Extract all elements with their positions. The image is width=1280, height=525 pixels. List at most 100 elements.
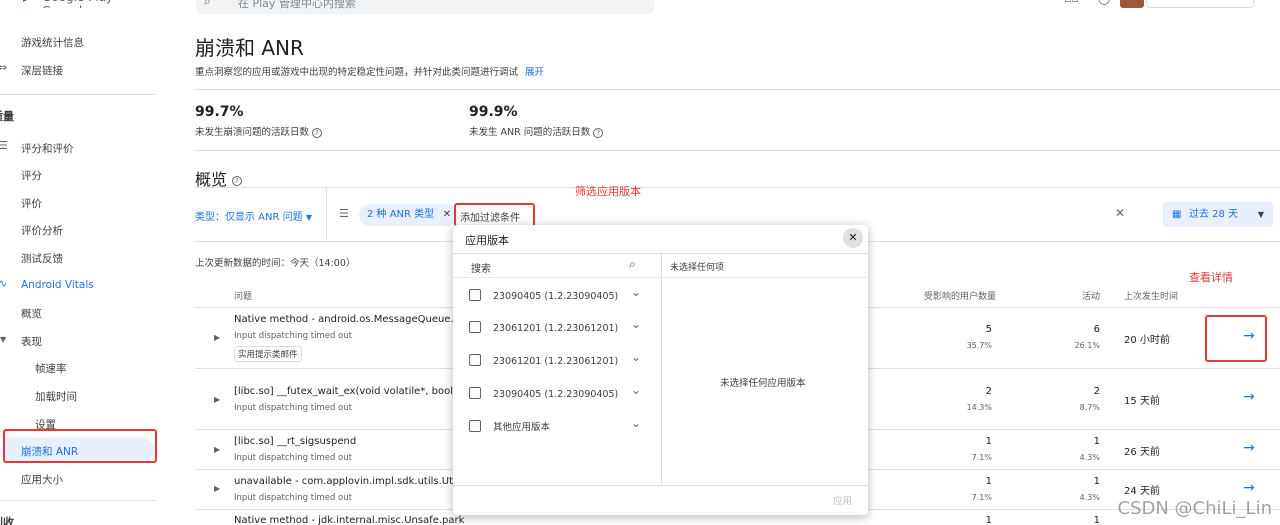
account-switcher[interactable]	[1146, 0, 1254, 8]
vitals-icon: ∿	[0, 277, 8, 290]
last-occurrence: 26 天前	[1124, 447, 1160, 458]
sidebar-item-game-stats[interactable]: 游戏统计信息	[21, 35, 84, 50]
sidebar-section-quality[interactable]: 质量	[0, 108, 14, 124]
search-bar[interactable]: ⌕ 在 Play 管理中心内搜索	[196, 0, 654, 14]
issue-subtitle: Input dispatching timed out	[234, 453, 352, 463]
users-pct: 7.1%	[971, 493, 992, 502]
filter-separator	[326, 188, 327, 240]
help-circle-icon[interactable]: ?	[593, 127, 604, 138]
clear-filters-icon[interactable]: ✕	[1115, 206, 1125, 220]
selected-header: 未选择任何项	[670, 263, 725, 273]
annotation-box-sidebar	[3, 429, 157, 463]
col-header-users[interactable]: 受影响的用户数量	[924, 289, 996, 302]
filter-icon[interactable]: ☰	[339, 207, 349, 220]
checkbox[interactable]	[469, 289, 481, 301]
watermark: CSDN @ChiLi_Lin	[1117, 498, 1273, 519]
issue-tag: 实用提示类邮件	[234, 346, 302, 362]
sidebar-item-overview[interactable]: 概览	[21, 306, 42, 321]
version-option[interactable]: 23090405 (1.2.23090405) (内部测试) ⌄	[465, 381, 655, 405]
sidebar-section-monetize[interactable]: 创收	[0, 514, 14, 525]
version-option[interactable]: 23090405 (1.2.23090405) (正式版) ⌄	[465, 283, 655, 307]
col-header-issue[interactable]: 问题	[234, 289, 252, 302]
sidebar-item-reviews[interactable]: 评价	[21, 196, 42, 211]
users-count: 5	[985, 324, 992, 335]
expand-row-icon[interactable]: ▶	[214, 484, 220, 493]
sidebar-item-test-feedback[interactable]: 测试反馈	[21, 251, 63, 266]
ratings-icon: ☰	[0, 139, 8, 152]
anr-type-chip[interactable]: 2 种 ANR 类型 ✕	[359, 204, 459, 226]
crash-free-value: 99.7%	[195, 104, 244, 120]
last-occurrence: 20 小时前	[1124, 335, 1170, 346]
activity-count: 1	[1093, 515, 1100, 525]
search-icon: ⌕	[204, 0, 211, 8]
chevron-down-icon[interactable]: ⌄	[631, 350, 641, 364]
sidebar-item-performance[interactable]: 表现	[21, 334, 42, 349]
calendar-icon: ▦	[1172, 209, 1182, 220]
chevron-down-icon[interactable]: ⌄	[631, 317, 641, 331]
app-version-popup: 应用版本 ✕ 搜索 ⌕ 未选择任何项 23090405 (1.2.2309040…	[453, 225, 868, 515]
chevron-down-icon[interactable]: ⌄	[631, 416, 641, 430]
sidebar-item-deep-links[interactable]: 深层链接	[21, 63, 63, 78]
chevron-down-icon[interactable]: ▼	[0, 335, 6, 344]
expand-row-icon[interactable]: ▶	[214, 445, 220, 454]
sidebar-item-ratings-reviews[interactable]: 评分和评价	[21, 141, 74, 156]
arrow-right-icon[interactable]: →	[1243, 389, 1255, 405]
sidebar-item-android-vitals[interactable]: Android Vitals	[21, 279, 94, 291]
issue-subtitle: Input dispatching timed out	[234, 403, 352, 413]
checkbox[interactable]	[469, 387, 481, 399]
arrow-right-icon[interactable]: →	[1243, 480, 1255, 496]
col-header-last[interactable]: 上次发生时间	[1124, 289, 1178, 302]
apps-icon[interactable]: ▫▫	[1064, 0, 1079, 5]
avatar[interactable]	[1120, 0, 1144, 8]
apply-button[interactable]: 应用	[833, 493, 852, 507]
chevron-down-icon[interactable]: ⌄	[631, 285, 641, 299]
issue-title[interactable]: [libc.so] __rt_sigsuspend	[234, 436, 356, 447]
play-logo-icon	[23, 0, 35, 2]
arrow-right-icon[interactable]: →	[1243, 440, 1255, 456]
checkbox[interactable]	[469, 420, 481, 432]
sidebar-item-load-time[interactable]: 加载时间	[35, 389, 77, 404]
checkbox[interactable]	[469, 354, 481, 366]
users-pct: 14.3%	[966, 403, 992, 412]
sidebar-item-review-analysis[interactable]: 评价分析	[21, 223, 63, 238]
dropdown-arrow-icon: ▼	[1257, 210, 1264, 219]
issue-subtitle: Input dispatching timed out	[234, 493, 352, 503]
expand-row-icon[interactable]: ▶	[214, 333, 220, 342]
link-icon: ⇔	[0, 61, 8, 74]
play-console-logo[interactable]: Google Play Console	[0, 0, 160, 8]
version-option[interactable]: 23061201 (1.2.23061201) (封闭测试) ⌄	[465, 348, 655, 372]
issue-type-dropdown[interactable]: 类型：仅显示 ANR 问题 ▼	[195, 208, 312, 223]
version-option-other[interactable]: 其他应用版本 ⌄	[465, 414, 655, 438]
chevron-down-icon[interactable]: ⌄	[631, 383, 641, 397]
version-search-input[interactable]: 搜索	[471, 260, 491, 275]
date-range-button[interactable]: ▦ 过去 28 天 ▼	[1163, 202, 1273, 227]
col-header-activity[interactable]: 活动	[1082, 289, 1100, 302]
annotation-filter-version: 筛选应用版本	[575, 185, 641, 198]
help-circle-icon[interactable]: ?	[232, 175, 243, 186]
version-option[interactable]: 23061201 (1.2.23061201) (正式版) ⌄	[465, 315, 655, 339]
close-icon[interactable]: ✕	[843, 228, 863, 248]
chip-close-icon[interactable]: ✕	[443, 204, 451, 226]
activity-pct: 26.1%	[1074, 341, 1100, 350]
dropdown-arrow-icon: ▼	[305, 213, 312, 222]
sidebar-item-ratings[interactable]: 评分	[21, 168, 42, 183]
issue-title[interactable]: unavailable - com.applovin.impl.sdk.util…	[234, 476, 482, 487]
checkbox[interactable]	[469, 321, 481, 333]
expand-row-icon[interactable]: ▶	[214, 395, 220, 404]
users-count: 2	[985, 386, 992, 397]
issue-title[interactable]: Native method - jdk.internal.misc.Unsafe…	[234, 515, 464, 525]
users-count: 1	[985, 476, 992, 487]
expand-link[interactable]: 展开	[525, 67, 544, 78]
help-icon[interactable]: ◯	[1098, 0, 1110, 5]
anr-free-label: 未发生 ANR 问题的活跃日数?	[469, 124, 604, 138]
metrics-divider	[195, 150, 1280, 151]
popup-column-divider	[661, 253, 662, 485]
search-icon[interactable]: ⌕	[629, 257, 636, 272]
popup-title: 应用版本	[465, 234, 509, 247]
sidebar-item-frame-rate[interactable]: 帧速率	[35, 361, 67, 376]
sidebar-item-app-size[interactable]: 应用大小	[21, 472, 63, 487]
help-circle-icon[interactable]: ?	[312, 127, 323, 138]
annotation-box-add-filter	[454, 203, 535, 227]
version-option-label: 23090405 (1.2.23090405) (正式版)	[493, 291, 621, 302]
issue-subtitle: Input dispatching timed out	[234, 331, 352, 341]
